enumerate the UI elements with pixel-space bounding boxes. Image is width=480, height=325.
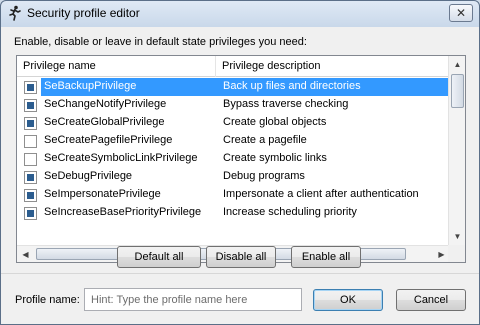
privilege-checkbox[interactable]	[24, 171, 37, 184]
cancel-button[interactable]: Cancel	[396, 289, 466, 311]
list-row[interactable]: SeIncreaseBasePriorityPrivilege Increase…	[17, 204, 450, 222]
privilege-checkbox[interactable]	[24, 189, 37, 202]
privilege-description: Impersonate a client after authenticatio…	[223, 188, 419, 200]
security-profile-editor-window: Security profile editor ✕ Enable, disabl…	[0, 0, 480, 325]
privilege-name: SeIncreaseBasePriorityPrivilege	[44, 206, 202, 218]
dialog-body: Enable, disable or leave in default stat…	[1, 27, 479, 324]
profile-name-label: Profile name:	[15, 294, 80, 306]
list-header: Privilege name Privilege description	[17, 56, 450, 77]
running-man-icon	[7, 5, 23, 21]
privilege-checkbox[interactable]	[24, 153, 37, 166]
privilege-description: Debug programs	[223, 170, 305, 182]
privilege-checkbox[interactable]	[24, 117, 37, 130]
privilege-checkbox[interactable]	[24, 99, 37, 112]
privilege-description: Create global objects	[223, 116, 327, 128]
privilege-checkbox[interactable]	[24, 135, 37, 148]
privilege-name: SeBackupPrivilege	[44, 80, 137, 92]
close-icon: ✕	[455, 6, 467, 20]
list-rows: SeBackupPrivilege Back up files and dire…	[17, 78, 450, 245]
column-header-privilege-name[interactable]: Privilege name	[17, 56, 216, 77]
privilege-name: SeDebugPrivilege	[44, 170, 133, 182]
privilege-description: Increase scheduling priority	[223, 206, 357, 218]
separator	[1, 273, 479, 274]
list-row[interactable]: SeCreatePagefilePrivilege Create a pagef…	[17, 132, 450, 150]
profile-name-input[interactable]	[84, 288, 302, 311]
privileges-list[interactable]: Privilege name Privilege description SeB…	[16, 55, 466, 263]
privilege-name: SeChangeNotifyPrivilege	[44, 98, 167, 110]
scroll-down-icon[interactable]: ▼	[450, 229, 465, 244]
privilege-name: SeImpersonatePrivilege	[44, 188, 161, 200]
privilege-description: Create a pagefile	[223, 134, 307, 146]
scroll-left-icon[interactable]: ◀	[18, 247, 33, 262]
privilege-checkbox[interactable]	[24, 207, 37, 220]
disable-all-button[interactable]: Disable all	[206, 246, 276, 268]
close-button[interactable]: ✕	[449, 4, 473, 22]
privilege-description: Bypass traverse checking	[223, 98, 349, 110]
list-row[interactable]: SeBackupPrivilege Back up files and dire…	[17, 78, 450, 96]
list-row[interactable]: SeDebugPrivilege Debug programs	[17, 168, 450, 186]
list-row[interactable]: SeCreateGlobalPrivilege Create global ob…	[17, 114, 450, 132]
default-all-button[interactable]: Default all	[117, 246, 201, 268]
privilege-name: SeCreatePagefilePrivilege	[44, 134, 173, 146]
scroll-right-icon[interactable]: ▶	[434, 247, 449, 262]
scroll-up-icon[interactable]: ▲	[450, 57, 465, 72]
window-title: Security profile editor	[27, 6, 140, 20]
vertical-scroll-thumb[interactable]	[451, 74, 464, 108]
list-row[interactable]: SeCreateSymbolicLinkPrivilege Create sym…	[17, 150, 450, 168]
privilege-description: Back up files and directories	[223, 80, 361, 92]
scrollbar-corner	[448, 245, 465, 262]
list-row[interactable]: SeChangeNotifyPrivilege Bypass traverse …	[17, 96, 450, 114]
column-header-privilege-description[interactable]: Privilege description	[216, 56, 450, 77]
enable-all-button[interactable]: Enable all	[291, 246, 361, 268]
privilege-name: SeCreateGlobalPrivilege	[44, 116, 165, 128]
vertical-scrollbar[interactable]: ▲ ▼	[448, 56, 465, 245]
privilege-name: SeCreateSymbolicLinkPrivilege	[44, 152, 198, 164]
list-row[interactable]: SeImpersonatePrivilege Impersonate a cli…	[17, 186, 450, 204]
ok-button[interactable]: OK	[313, 289, 383, 311]
title-bar[interactable]: Security profile editor ✕	[1, 1, 479, 27]
privilege-description: Create symbolic links	[223, 152, 327, 164]
privilege-checkbox[interactable]	[24, 81, 37, 94]
instruction-text: Enable, disable or leave in default stat…	[14, 36, 307, 48]
